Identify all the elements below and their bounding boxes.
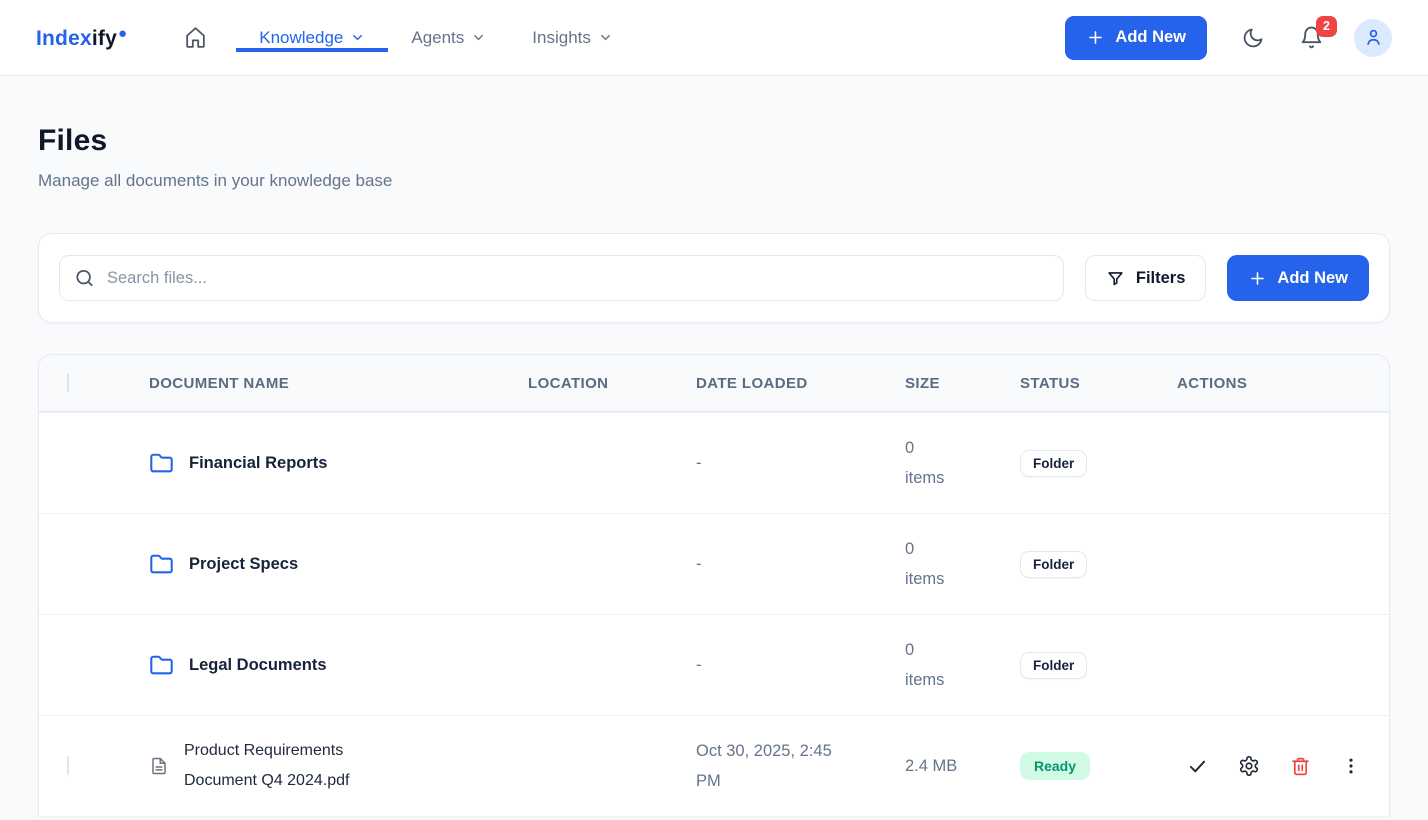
folder-name[interactable]: Financial Reports (189, 454, 327, 473)
select-all-checkbox[interactable] (67, 373, 69, 392)
main-content: Files Manage all documents in your knowl… (0, 76, 1428, 816)
page-title: Files (38, 124, 1390, 158)
trash-icon (1290, 756, 1311, 777)
folder-name[interactable]: Project Specs (189, 555, 298, 574)
cell-date-loaded: Oct 30, 2025, 2:45 PM (696, 736, 905, 796)
notification-badge: 2 (1316, 16, 1337, 37)
row-checkbox[interactable] (67, 756, 69, 775)
chevron-down-icon (350, 30, 365, 45)
plus-icon (1086, 28, 1105, 47)
files-table: DOCUMENT NAME LOCATION DATE LOADED SIZE … (38, 354, 1390, 816)
toolbar-add-new-label: Add New (1277, 269, 1348, 288)
delete-button[interactable] (1290, 756, 1311, 777)
gear-icon (1238, 755, 1260, 777)
row-actions (1177, 755, 1389, 777)
cell-size: 0 items (905, 635, 1020, 695)
cell-size: 0 items (905, 433, 1020, 493)
tab-insights-label: Insights (532, 28, 591, 48)
table-header-row: DOCUMENT NAME LOCATION DATE LOADED SIZE … (39, 355, 1389, 412)
settings-button[interactable] (1238, 755, 1260, 777)
search-toolbar: Filters Add New (38, 233, 1390, 323)
col-header-status: STATUS (1020, 375, 1177, 392)
table-row-file-product-requirements[interactable]: Product Requirements Document Q4 2024.pd… (39, 715, 1389, 816)
brand-logo-part2: ify (92, 27, 117, 50)
home-button[interactable] (183, 25, 208, 50)
nav-tabs: Knowledge Agents Insights (236, 24, 636, 52)
brand-logo-dot: ● (118, 25, 127, 42)
folder-icon (149, 451, 174, 476)
plus-icon (1248, 269, 1267, 288)
search-field-wrap (59, 255, 1064, 301)
folder-icon (149, 552, 174, 577)
status-badge: Folder (1020, 652, 1087, 679)
check-icon (1187, 756, 1208, 777)
kebab-menu-icon (1341, 756, 1361, 776)
person-icon (1363, 27, 1384, 48)
cell-date-loaded: - (696, 448, 905, 478)
col-header-date-loaded: DATE LOADED (696, 375, 905, 392)
tab-knowledge-label: Knowledge (259, 28, 343, 48)
status-badge: Ready (1020, 752, 1090, 780)
status-badge: Folder (1020, 450, 1087, 477)
top-nav: Indexify● Knowledge Agents Insights (0, 0, 1428, 76)
col-header-actions: ACTIONS (1177, 375, 1389, 392)
theme-toggle-button[interactable] (1241, 26, 1265, 50)
cell-size: 0 items (905, 534, 1020, 594)
folder-name[interactable]: Legal Documents (189, 656, 327, 675)
tab-agents-label: Agents (411, 28, 464, 48)
notifications-button[interactable]: 2 (1299, 25, 1324, 50)
tab-knowledge[interactable]: Knowledge (236, 24, 388, 52)
page-subtitle: Manage all documents in your knowledge b… (38, 171, 1390, 191)
toolbar-add-new-button[interactable]: Add New (1227, 255, 1369, 301)
file-name[interactable]: Product Requirements Document Q4 2024.pd… (184, 736, 396, 796)
filters-label: Filters (1136, 269, 1186, 288)
cell-date-loaded: - (696, 549, 905, 579)
brand-logo[interactable]: Indexify● (36, 25, 127, 51)
cell-date-loaded: - (696, 650, 905, 680)
filter-funnel-icon (1106, 269, 1125, 288)
tab-insights[interactable]: Insights (509, 24, 636, 52)
cell-size: 2.4 MB (905, 751, 1020, 781)
folder-icon (149, 653, 174, 678)
approve-button[interactable] (1187, 756, 1208, 777)
col-header-size: SIZE (905, 375, 1020, 392)
more-options-button[interactable] (1341, 756, 1361, 776)
moon-icon (1241, 26, 1265, 50)
search-input[interactable] (59, 255, 1064, 301)
brand-logo-part1: Index (36, 27, 92, 50)
nav-add-new-button[interactable]: Add New (1065, 16, 1207, 60)
chevron-down-icon (471, 30, 486, 45)
table-row-folder-legal-documents[interactable]: Legal Documents - 0 items Folder (39, 614, 1389, 715)
chevron-down-icon (598, 30, 613, 45)
search-icon (74, 268, 95, 289)
status-badge: Folder (1020, 551, 1087, 578)
col-header-document-name: DOCUMENT NAME (149, 375, 528, 392)
home-icon (183, 25, 208, 50)
table-row-folder-project-specs[interactable]: Project Specs - 0 items Folder (39, 513, 1389, 614)
tab-agents[interactable]: Agents (388, 24, 509, 52)
filters-button[interactable]: Filters (1085, 255, 1207, 301)
col-header-location: LOCATION (528, 375, 696, 392)
user-avatar[interactable] (1354, 19, 1392, 57)
table-row-folder-financial-reports[interactable]: Financial Reports - 0 items Folder (39, 412, 1389, 513)
nav-add-new-label: Add New (1115, 28, 1186, 47)
file-document-icon (149, 756, 169, 776)
